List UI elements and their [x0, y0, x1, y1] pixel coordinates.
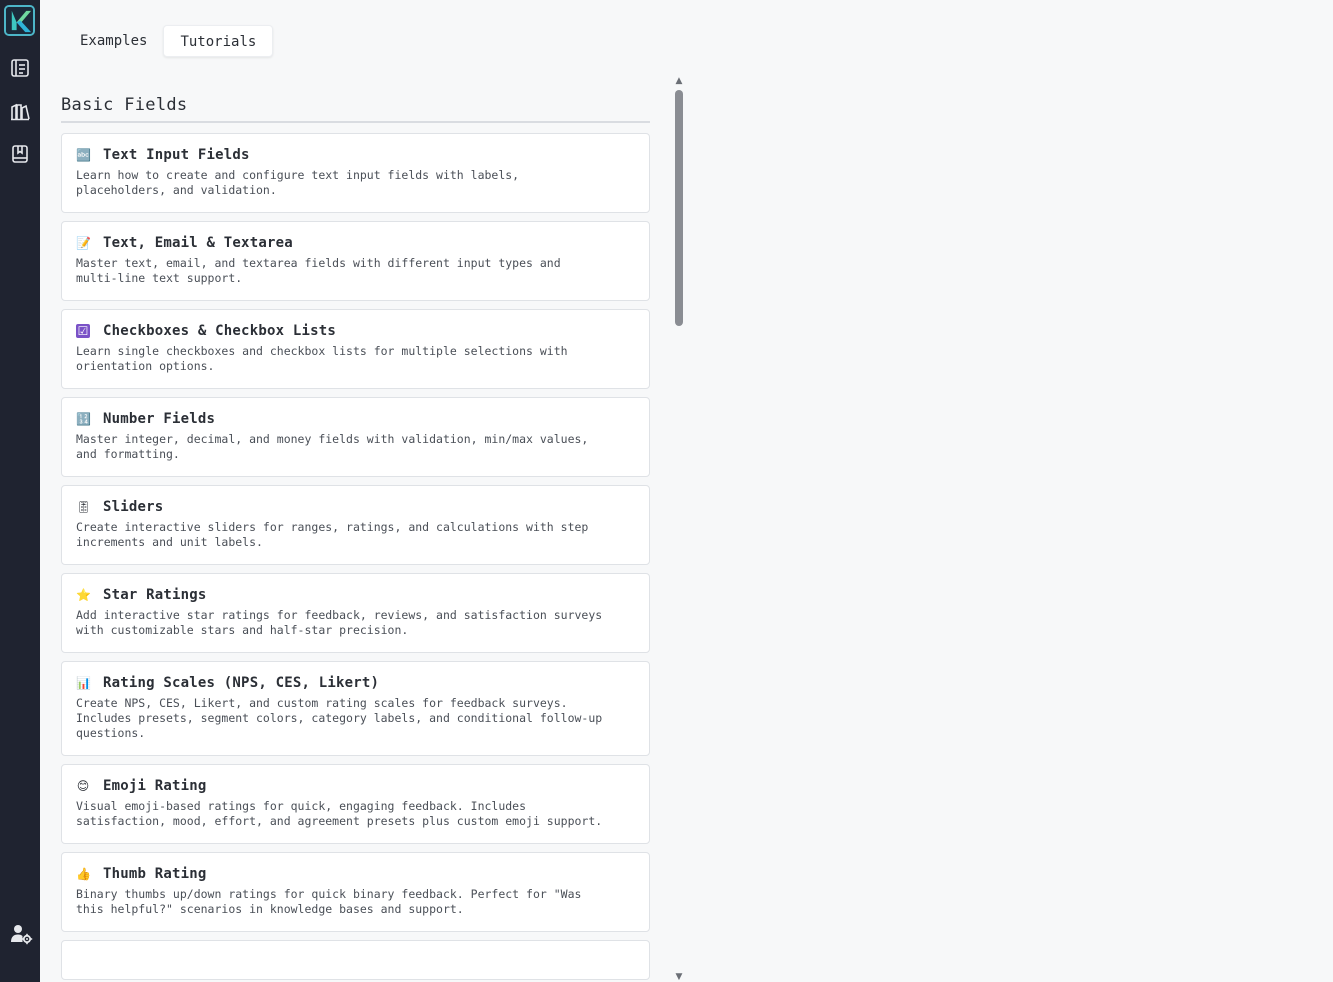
card-title: Star Ratings	[103, 587, 207, 603]
tutorial-card-text-email-textarea[interactable]: 📝 Text, Email & Textarea Master text, em…	[61, 221, 650, 301]
star-icon: ⭐	[76, 588, 91, 602]
card-description: Binary thumbs up/down ratings for quick …	[76, 887, 582, 916]
scrollbar-thumb[interactable]	[675, 90, 683, 326]
tutorial-card-rating-scales[interactable]: 📊 Rating Scales (NPS, CES, Likert) Creat…	[61, 661, 650, 756]
card-description: Create interactive sliders for ranges, r…	[76, 520, 589, 549]
card-description: Visual emoji-based ratings for quick, en…	[76, 799, 603, 828]
section-title: Basic Fields	[61, 76, 650, 123]
scroll-up-arrow-icon[interactable]: ▲	[674, 76, 684, 86]
forms-icon[interactable]	[8, 56, 32, 80]
tutorial-card-text-input-fields[interactable]: 🔤 Text Input Fields Learn how to create …	[61, 133, 650, 213]
card-description: Master text, email, and textarea fields …	[76, 256, 561, 285]
abc-icon: 🔤	[76, 148, 91, 162]
app-logo-icon[interactable]	[4, 5, 35, 36]
card-description: Master integer, decimal, and money field…	[76, 432, 589, 461]
tutorial-list: 🔤 Text Input Fields Learn how to create …	[61, 133, 650, 980]
tutorial-card-partial[interactable]	[61, 940, 650, 980]
tab-bar: Examples Tutorials	[64, 25, 274, 57]
card-title: Rating Scales (NPS, CES, Likert)	[103, 675, 380, 691]
card-description: Learn single checkboxes and checkbox lis…	[76, 344, 568, 373]
memo-icon: 📝	[76, 236, 91, 250]
card-title: Text, Email & Textarea	[103, 235, 293, 251]
card-description: Add interactive star ratings for feedbac…	[76, 608, 603, 637]
checkbox-icon: ☑	[76, 324, 90, 338]
tutorial-card-thumb-rating[interactable]: 👍 Thumb Rating Binary thumbs up/down rat…	[61, 852, 650, 932]
tutorials-panel: Basic Fields 🔤 Text Input Fields Learn h…	[61, 76, 650, 982]
tutorial-card-emoji-rating[interactable]: 😊 Emoji Rating Visual emoji-based rating…	[61, 764, 650, 844]
library-icon[interactable]	[8, 99, 32, 123]
tutorial-card-star-ratings[interactable]: ⭐ Star Ratings Add interactive star rati…	[61, 573, 650, 653]
card-title: Sliders	[103, 499, 164, 515]
tab-tutorials[interactable]: Tutorials	[163, 25, 274, 57]
scroll-down-arrow-icon[interactable]: ▼	[674, 972, 684, 982]
slider-icon: 🎚	[76, 500, 92, 514]
card-title: Checkboxes & Checkbox Lists	[103, 323, 336, 339]
sidebar-rail	[0, 0, 40, 982]
numbers-icon: 🔢	[76, 412, 91, 426]
tab-examples[interactable]: Examples	[64, 25, 163, 57]
tutorial-card-checkboxes[interactable]: ☑ Checkboxes & Checkbox Lists Learn sing…	[61, 309, 650, 389]
card-description: Create NPS, CES, Likert, and custom rati…	[76, 696, 603, 740]
card-description: Learn how to create and configure text i…	[76, 168, 520, 197]
user-settings-icon[interactable]	[9, 922, 33, 946]
thumbs-up-icon: 👍	[76, 867, 91, 881]
card-title: Text Input Fields	[103, 147, 250, 163]
card-title: Emoji Rating	[103, 778, 207, 794]
tutorial-card-number-fields[interactable]: 🔢 Number Fields Master integer, decimal,…	[61, 397, 650, 477]
card-title: Thumb Rating	[103, 866, 207, 882]
tutorial-card-sliders[interactable]: 🎚 Sliders Create interactive sliders for…	[61, 485, 650, 565]
smile-icon: 😊	[76, 779, 90, 793]
card-title: Number Fields	[103, 411, 216, 427]
bar-chart-icon: 📊	[76, 676, 91, 690]
book-icon[interactable]	[8, 142, 32, 166]
